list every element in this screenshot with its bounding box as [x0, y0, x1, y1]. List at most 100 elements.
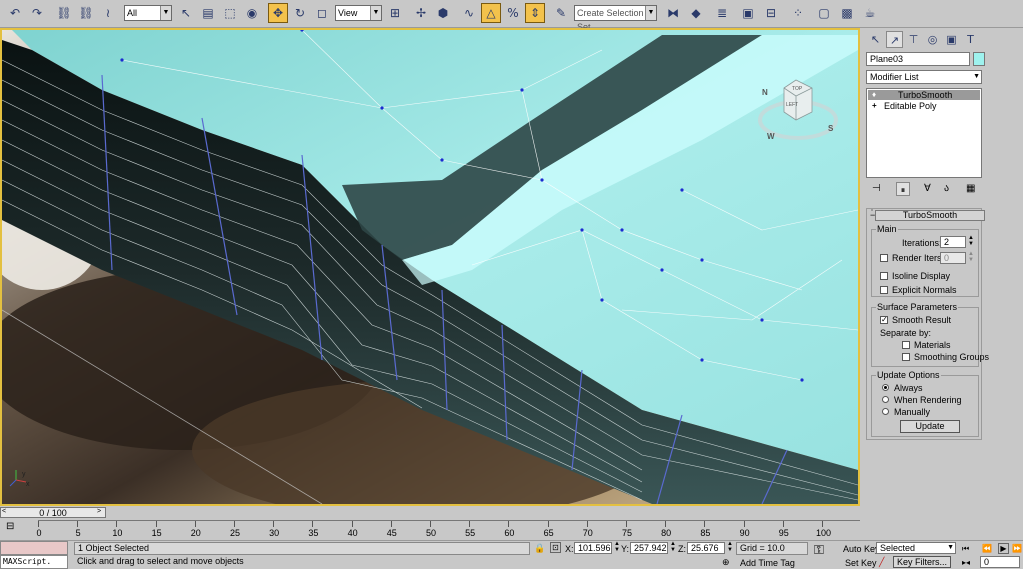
slider-next-icon[interactable]: >: [97, 507, 101, 517]
key-mode-toggle-icon[interactable]: ▸◂: [962, 558, 970, 568]
schematic-icon[interactable]: ⊟: [761, 3, 781, 23]
x-coordinate-field[interactable]: 101.596: [574, 542, 612, 554]
goto-start-icon[interactable]: ⏮: [962, 544, 969, 554]
maxscript-listener[interactable]: MAXScript.: [0, 555, 68, 569]
render-frame-icon[interactable]: ▩: [837, 3, 857, 23]
viewcube[interactable]: TOP LEFT N W S: [752, 70, 858, 150]
stack-item-editable-poly[interactable]: + Editable Poly: [868, 101, 980, 111]
prev-frame-icon[interactable]: ⏪: [982, 544, 992, 554]
remove-modifier-icon[interactable]: ა: [944, 184, 949, 194]
modify-tab-icon[interactable]: ↗: [886, 31, 903, 48]
render-icon[interactable]: ☕: [860, 3, 880, 23]
when-rendering-radio[interactable]: [882, 396, 889, 403]
key-filters-button[interactable]: Key Filters...: [893, 556, 951, 568]
manipulate-icon[interactable]: ✢: [411, 3, 431, 23]
isoline-display-checkbox[interactable]: [880, 272, 888, 280]
rotate-icon[interactable]: ↻: [290, 3, 310, 23]
smooth-result-checkbox[interactable]: ✓: [880, 316, 888, 324]
align-icon[interactable]: ◆: [686, 3, 706, 23]
object-name-field[interactable]: Plane03: [866, 52, 970, 66]
expand-plus-icon[interactable]: +: [872, 101, 877, 111]
render-iters-field[interactable]: 0: [940, 252, 966, 264]
configure-sets-icon[interactable]: ▦: [966, 184, 975, 194]
auto-key-button[interactable]: Auto Key: [843, 544, 880, 554]
modifier-list-dropdown[interactable]: Modifier List ▼: [866, 70, 982, 84]
z-coordinate-field[interactable]: 25.676: [687, 542, 725, 554]
spinner-snap-icon[interactable]: ⇕: [525, 3, 545, 23]
display-tab-icon[interactable]: ▣: [943, 31, 960, 48]
add-time-tag-button[interactable]: Add Time Tag: [740, 558, 795, 568]
create-tab-icon[interactable]: ↖: [867, 31, 884, 48]
set-keys-icon[interactable]: ╱: [879, 557, 884, 567]
utilities-tab-icon[interactable]: T: [962, 31, 979, 48]
slider-prev-icon[interactable]: <: [2, 507, 6, 517]
unlink-icon[interactable]: ⛓: [76, 3, 96, 23]
curve-editor-icon[interactable]: ▣: [738, 3, 758, 23]
next-frame-icon[interactable]: ⏩: [1012, 544, 1022, 554]
play-icon[interactable]: ▶: [998, 543, 1009, 554]
maxscript-listener-top[interactable]: [0, 541, 68, 555]
show-end-result-icon[interactable]: ⏸: [896, 182, 910, 196]
key-mode-dropdown[interactable]: Selected ▼: [876, 542, 956, 554]
redo-icon[interactable]: ↷: [27, 3, 47, 23]
pin-stack-icon[interactable]: ⊣: [872, 184, 881, 194]
y-spinner-icon[interactable]: ▲ ▼: [670, 541, 676, 553]
viewcube-top-label[interactable]: TOP: [792, 84, 802, 94]
percent-snap-icon[interactable]: %: [503, 3, 523, 23]
iterations-spinner-icon[interactable]: ▲ ▼: [968, 235, 974, 247]
snap-icon[interactable]: ∿: [459, 3, 479, 23]
lock-selection-icon[interactable]: 🔒: [534, 543, 545, 553]
undo-icon[interactable]: ↶: [5, 3, 25, 23]
bind-icon[interactable]: ≀: [98, 3, 118, 23]
selection-filter-dropdown[interactable]: All ▼: [124, 5, 172, 21]
angle-snap-icon[interactable]: △: [481, 3, 501, 23]
render-iters-checkbox[interactable]: [880, 254, 888, 262]
edit-named-selection-icon[interactable]: ✎: [551, 3, 571, 23]
region-icon[interactable]: ⬚: [220, 3, 240, 23]
lightbulb-icon[interactable]: ♦: [872, 90, 876, 100]
render-setup-icon[interactable]: ▢: [814, 3, 834, 23]
viewcube-left-label[interactable]: LEFT: [786, 100, 798, 110]
object-color-swatch[interactable]: [973, 52, 985, 66]
manually-radio[interactable]: [882, 408, 889, 415]
current-frame-field[interactable]: 0: [980, 556, 1020, 568]
time-slider[interactable]: 0 / 100: [0, 507, 106, 518]
rollout-title[interactable]: TurboSmooth: [875, 210, 985, 221]
track-bar-icon[interactable]: ⊟: [6, 522, 14, 532]
x-spinner-icon[interactable]: ▲ ▼: [614, 541, 620, 553]
time-tag-icon[interactable]: ⊕: [722, 557, 730, 567]
smoothing-groups-checkbox[interactable]: [902, 353, 910, 361]
select-icon[interactable]: ↖: [176, 3, 196, 23]
update-button[interactable]: Update: [900, 420, 960, 433]
set-key-button[interactable]: Set Key: [845, 558, 877, 568]
z-spinner-icon[interactable]: ▲ ▼: [727, 541, 733, 553]
tick-mark: [38, 521, 39, 527]
keyboard-shortcut-icon[interactable]: ⬢: [433, 3, 453, 23]
hierarchy-tab-icon[interactable]: ⊤: [905, 31, 922, 48]
key-icon[interactable]: ⚿: [814, 543, 824, 556]
link-icon[interactable]: ⛓: [54, 3, 74, 23]
select-by-name-icon[interactable]: ▤: [198, 3, 218, 23]
move-icon[interactable]: ✥: [268, 3, 288, 23]
layer-icon[interactable]: ≣: [712, 3, 732, 23]
stack-item-turbosmooth[interactable]: ♦ TurboSmooth: [868, 90, 980, 100]
always-radio[interactable]: [882, 384, 889, 391]
reference-coord-dropdown[interactable]: View ▼: [335, 5, 382, 21]
y-coordinate-field[interactable]: 257.942: [630, 542, 668, 554]
materials-checkbox[interactable]: [902, 341, 910, 349]
tick-label: 80: [661, 528, 672, 538]
make-unique-icon[interactable]: ∀: [924, 184, 931, 194]
render-iters-spinner-icon[interactable]: ▲ ▼: [968, 251, 974, 263]
material-editor-icon[interactable]: ⁘: [788, 3, 808, 23]
compass-n-label: N: [762, 88, 768, 97]
iterations-field[interactable]: 2: [940, 236, 966, 248]
motion-tab-icon[interactable]: ◎: [924, 31, 941, 48]
named-selection-dropdown[interactable]: Create Selection Set ▼: [574, 5, 657, 32]
window-crossing-icon[interactable]: ◉: [242, 3, 262, 23]
pivot-icon[interactable]: ⊞: [385, 3, 405, 23]
absolute-mode-icon[interactable]: ⊡: [550, 542, 561, 553]
mirror-icon[interactable]: ⧓: [663, 3, 683, 23]
scale-icon[interactable]: ◻: [312, 3, 332, 23]
perspective-viewport[interactable]: y x TOP LEFT N W S: [0, 28, 860, 506]
explicit-normals-checkbox[interactable]: [880, 286, 888, 294]
